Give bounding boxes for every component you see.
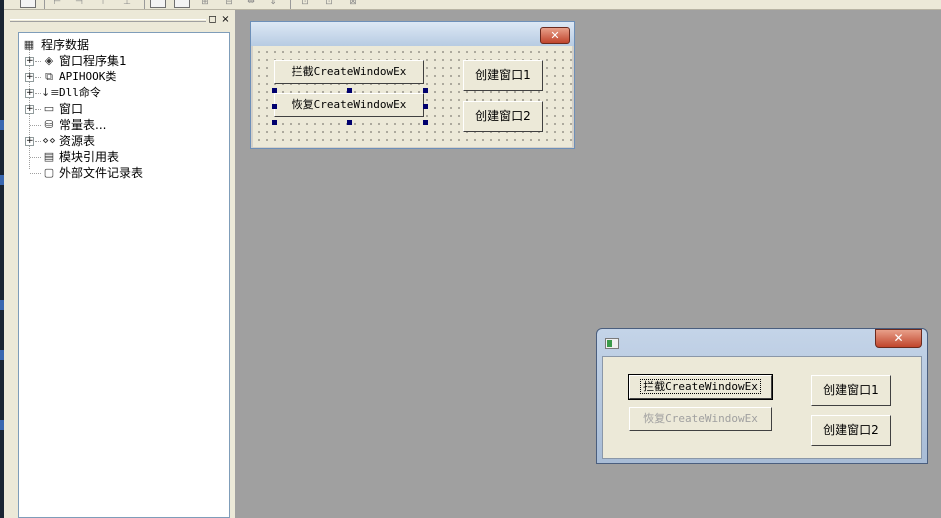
align-right-icon[interactable]: ⊣ bbox=[72, 0, 86, 8]
tree-item-window-assembly[interactable]: + ◈ 窗口程序集1 bbox=[19, 53, 219, 69]
running-form-window[interactable]: ✕ 拦截CreateWindowEx 恢复CreateWindowEx 创建窗口… bbox=[596, 328, 928, 464]
resize-handle[interactable] bbox=[347, 120, 352, 125]
tree-item-external-files[interactable]: ▢ 外部文件记录表 bbox=[19, 165, 219, 181]
expand-icon[interactable]: + bbox=[25, 57, 34, 66]
tree-item-label: Dll命令 bbox=[59, 86, 101, 99]
design-form-titlebar[interactable]: ✕ bbox=[251, 22, 574, 46]
tree-item-dll-commands[interactable]: + ↓≡ Dll命令 bbox=[19, 85, 219, 101]
module-icon: ▤ bbox=[43, 150, 55, 163]
app-icon bbox=[605, 338, 619, 349]
toolbar-button[interactable] bbox=[174, 0, 190, 8]
expand-icon[interactable]: + bbox=[25, 73, 34, 82]
stack-icon: ◈ bbox=[44, 54, 54, 67]
close-icon[interactable]: × bbox=[220, 15, 231, 26]
dll-icon: ↓≡ bbox=[41, 86, 60, 99]
resize-handle[interactable] bbox=[272, 120, 277, 125]
toolbar-separator bbox=[290, 0, 291, 9]
tree-item-window[interactable]: + ▭ 窗口 bbox=[19, 101, 219, 117]
tree-line bbox=[30, 125, 41, 126]
window-icon: ▭ bbox=[43, 102, 55, 115]
tree-item-apihook-class[interactable]: + ⧉ APIHOOK类 bbox=[19, 69, 219, 85]
create-window2-button[interactable]: 创建窗口2 bbox=[811, 415, 891, 446]
program-data-tree: ▦ 程序数据 + ◈ 窗口程序集1 + ⧉ APIHOOK类 + ↓≡ Dll命… bbox=[18, 32, 230, 518]
panel-grip[interactable] bbox=[10, 19, 206, 22]
design-create-window1-button[interactable]: 创建窗口1 bbox=[463, 60, 543, 91]
tree-root-label: 程序数据 bbox=[41, 38, 90, 52]
restore-button[interactable]: 恢复CreateWindowEx bbox=[629, 407, 772, 431]
program-data-panel: ◻ × ▦ 程序数据 + ◈ 窗口程序集1 + ⧉ APIHOOK类 + ↓≡ … bbox=[4, 10, 236, 518]
close-icon[interactable]: ✕ bbox=[875, 329, 922, 348]
design-form-client[interactable]: 拦截CreateWindowEx 恢复CreateWindowEx 创建窗口1 … bbox=[253, 46, 572, 147]
tree-item-label: 资源表 bbox=[59, 134, 96, 148]
tree-item-resources[interactable]: + ⋄⋄ 资源表 bbox=[19, 133, 219, 149]
bring-front-icon[interactable]: ⊠ bbox=[346, 0, 360, 8]
expand-icon[interactable]: + bbox=[25, 137, 34, 146]
tree-item-label: 常量表... bbox=[59, 118, 107, 132]
resize-handle[interactable] bbox=[272, 88, 277, 93]
intercept-button-label: 拦截CreateWindowEx bbox=[640, 379, 761, 394]
tree-item-constants[interactable]: ⛁ 常量表... bbox=[19, 117, 219, 133]
center-vertical-icon[interactable]: ⊡ bbox=[322, 0, 336, 8]
resource-icon: ⋄⋄ bbox=[42, 134, 56, 147]
resize-handle[interactable] bbox=[272, 104, 277, 109]
tree-item-label: 外部文件记录表 bbox=[59, 166, 144, 180]
toolbar-separator bbox=[44, 0, 45, 9]
restore-icon[interactable]: ◻ bbox=[207, 15, 218, 26]
align-left-icon[interactable]: ⊢ bbox=[50, 0, 64, 8]
running-form-client: 拦截CreateWindowEx 恢复CreateWindowEx 创建窗口1 … bbox=[602, 356, 922, 459]
tree-item-label: APIHOOK类 bbox=[59, 70, 117, 83]
design-restore-button[interactable]: 恢复CreateWindowEx bbox=[274, 93, 424, 117]
database-icon: ▦ bbox=[23, 38, 35, 51]
class-icon: ⧉ bbox=[45, 70, 53, 83]
tree-item-label: 窗口程序集1 bbox=[59, 54, 127, 68]
resize-handle[interactable] bbox=[423, 88, 428, 93]
designer-toolbar: ⊢ ⊣ ⊤ ⊥ ⊞ ⊟ ⇹ ⇕ ⊡ ⊡ ⊠ bbox=[4, 0, 941, 10]
space-horizontal-icon[interactable]: ⇹ bbox=[244, 0, 258, 8]
toolbar-button[interactable] bbox=[20, 0, 36, 8]
tree-item-label: 窗口 bbox=[59, 102, 84, 116]
tree-item-label: 模块引用表 bbox=[59, 150, 120, 164]
resize-handle[interactable] bbox=[347, 88, 352, 93]
toolbar-separator bbox=[144, 0, 145, 9]
tree-line bbox=[30, 173, 41, 174]
intercept-button[interactable]: 拦截CreateWindowEx bbox=[628, 374, 773, 400]
align-top-icon[interactable]: ⊤ bbox=[96, 0, 110, 8]
panel-header: ◻ × bbox=[4, 10, 236, 30]
center-horizontal-icon[interactable]: ⊡ bbox=[298, 0, 312, 8]
constant-icon: ⛁ bbox=[44, 118, 54, 131]
toolbar-button[interactable] bbox=[150, 0, 166, 8]
space-vertical-icon[interactable]: ⇕ bbox=[266, 0, 280, 8]
expand-icon[interactable]: + bbox=[25, 89, 34, 98]
same-width-icon[interactable]: ⊞ bbox=[198, 0, 212, 8]
design-create-window2-button[interactable]: 创建窗口2 bbox=[463, 101, 543, 132]
tree-line bbox=[30, 157, 41, 158]
align-bottom-icon[interactable]: ⊥ bbox=[120, 0, 134, 8]
resize-handle[interactable] bbox=[423, 104, 428, 109]
file-icon: ▢ bbox=[43, 166, 55, 179]
design-form[interactable]: ✕ 拦截CreateWindowEx 恢复CreateWindowEx 创建窗口… bbox=[250, 21, 575, 149]
tree-item-module-refs[interactable]: ▤ 模块引用表 bbox=[19, 149, 219, 165]
close-icon[interactable]: ✕ bbox=[540, 27, 570, 44]
expand-icon[interactable]: + bbox=[25, 105, 34, 114]
resize-handle[interactable] bbox=[423, 120, 428, 125]
design-intercept-button[interactable]: 拦截CreateWindowEx bbox=[274, 60, 424, 84]
create-window1-button[interactable]: 创建窗口1 bbox=[811, 375, 891, 406]
same-height-icon[interactable]: ⊟ bbox=[222, 0, 236, 8]
